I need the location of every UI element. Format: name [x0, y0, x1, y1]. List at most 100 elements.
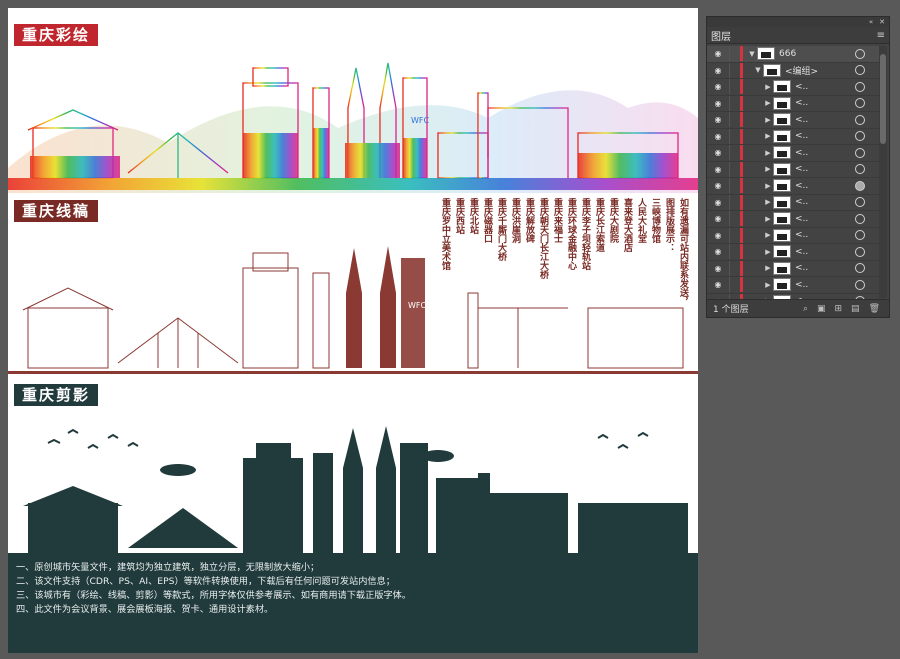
chevron-down-icon[interactable]: ▼ [747, 50, 757, 58]
sublayer-row[interactable]: ◉ ▶ <.. [707, 161, 879, 178]
sublayer-row[interactable]: ◉ ▶ <.. [707, 194, 879, 211]
chevron-right-icon[interactable]: ▶ [763, 165, 773, 173]
sublayer-row[interactable]: ◉ ▶ <.. [707, 112, 879, 129]
lock-toggle[interactable] [729, 178, 740, 194]
chevron-right-icon[interactable]: ▶ [763, 182, 773, 190]
chevron-right-icon[interactable]: ▶ [763, 132, 773, 140]
chevron-right-icon[interactable]: ▶ [763, 116, 773, 124]
sublayer-name[interactable]: <.. [795, 164, 855, 174]
delete-icon[interactable]: 🗑 [869, 304, 880, 314]
chevron-right-icon[interactable]: ▶ [763, 99, 773, 107]
eye-icon[interactable]: ◉ [707, 198, 729, 207]
eye-icon[interactable]: ◉ [707, 264, 729, 273]
sublayer-row[interactable]: ◉ ▶ <.. [707, 95, 879, 112]
target-circle-icon[interactable] [855, 180, 865, 191]
lock-toggle[interactable] [729, 95, 740, 111]
lock-toggle[interactable] [729, 194, 740, 210]
chevron-right-icon[interactable]: ▶ [763, 264, 773, 272]
artboard[interactable]: 重庆彩绘 WFC 重庆线稿 如有遗漏可站内联系发送， 图排版展示： 三峡博物馆 … [8, 8, 698, 653]
lock-toggle[interactable] [729, 62, 740, 78]
eye-icon[interactable]: ◉ [707, 165, 729, 174]
group-name[interactable]: <编组> [785, 64, 855, 77]
eye-icon[interactable]: ◉ [707, 115, 729, 124]
sublayer-name[interactable]: <.. [795, 214, 855, 224]
sublayer-row[interactable]: ◉ ▶ <.. [707, 227, 879, 244]
target-circle-icon[interactable] [855, 197, 865, 208]
lock-toggle[interactable] [729, 277, 740, 293]
chevron-right-icon[interactable]: ▶ [763, 215, 773, 223]
target-circle-icon[interactable] [855, 279, 865, 290]
sublayer-row[interactable]: ◉ ▶ <.. [707, 260, 879, 277]
target-circle-icon[interactable] [855, 114, 865, 125]
panel-menu-icon[interactable]: ≡ [877, 30, 885, 41]
target-circle-icon[interactable] [855, 213, 865, 224]
search-icon[interactable]: ⌕ [803, 304, 808, 314]
chevron-right-icon[interactable]: ▶ [763, 83, 773, 91]
chevron-right-icon[interactable]: ▶ [763, 149, 773, 157]
chevron-right-icon[interactable]: ▶ [763, 231, 773, 239]
scrollbar[interactable] [879, 46, 887, 298]
sublayer-row[interactable]: ◉ ▶ <.. [707, 244, 879, 261]
lock-toggle[interactable] [729, 112, 740, 128]
chevron-right-icon[interactable]: ▶ [763, 198, 773, 206]
eye-icon[interactable]: ◉ [707, 247, 729, 256]
layer-name[interactable]: 666 [779, 49, 855, 59]
tab-layers[interactable]: 图层 [711, 28, 731, 43]
new-layer-icon[interactable]: ▤ [851, 304, 860, 314]
clip-mask-icon[interactable]: ▣ [817, 304, 826, 314]
target-circle-icon[interactable] [855, 263, 865, 274]
sublayer-name[interactable]: <.. [795, 230, 855, 240]
eye-icon[interactable]: ◉ [707, 148, 729, 157]
sublayer-row[interactable]: ◉ ▶ <.. [707, 145, 879, 162]
lock-toggle[interactable] [729, 244, 740, 260]
target-circle-icon[interactable] [855, 65, 865, 76]
target-circle-icon[interactable] [855, 48, 865, 59]
sublayer-name[interactable]: <.. [795, 131, 855, 141]
sublayer-row[interactable]: ◉ ▶ <.. [707, 211, 879, 228]
sublayer-row[interactable]: ◉ ▶ <.. [707, 128, 879, 145]
lock-toggle[interactable] [729, 211, 740, 227]
close-icon[interactable]: ✕ [879, 18, 885, 26]
eye-icon[interactable]: ◉ [707, 132, 729, 141]
lock-toggle[interactable] [729, 145, 740, 161]
target-circle-icon[interactable] [855, 230, 865, 241]
scroll-thumb[interactable] [880, 54, 886, 144]
target-circle-icon[interactable] [855, 147, 865, 158]
chevron-right-icon[interactable]: ▶ [763, 281, 773, 289]
lock-toggle[interactable] [729, 227, 740, 243]
target-circle-icon[interactable] [855, 98, 865, 109]
layer-row-top[interactable]: ◉ ▼ 666 [707, 46, 879, 63]
sublayer-name[interactable]: <.. [795, 280, 855, 290]
chevron-right-icon[interactable]: ▶ [763, 248, 773, 256]
sublayer-name[interactable]: <.. [795, 148, 855, 158]
target-circle-icon[interactable] [855, 246, 865, 257]
new-sublayer-icon[interactable]: ⊞ [835, 304, 843, 314]
lock-toggle[interactable] [729, 79, 740, 95]
target-circle-icon[interactable] [855, 131, 865, 142]
eye-icon[interactable]: ◉ [707, 214, 729, 223]
sublayer-name[interactable]: <.. [795, 82, 855, 92]
sublayer-name[interactable]: <.. [795, 115, 855, 125]
target-circle-icon[interactable] [855, 81, 865, 92]
chevron-down-icon[interactable]: ▼ [753, 66, 763, 74]
sublayer-name[interactable]: <.. [795, 263, 855, 273]
sublayer-row[interactable]: ◉ ▶ <.. [707, 277, 879, 294]
sublayer-name[interactable]: <.. [795, 181, 855, 191]
eye-icon[interactable]: ◉ [707, 280, 729, 289]
layer-row-group[interactable]: ◉ ▼ <编组> [707, 62, 879, 79]
sublayer-name[interactable]: <.. [795, 247, 855, 257]
lock-toggle[interactable] [729, 128, 740, 144]
sublayer-name[interactable]: <.. [795, 98, 855, 108]
panel-titlebar[interactable]: « ✕ [707, 17, 889, 27]
sublayer-row[interactable]: ◉ ▶ <.. [707, 178, 879, 195]
target-circle-icon[interactable] [855, 164, 865, 175]
eye-icon[interactable]: ◉ [707, 82, 729, 91]
eye-icon[interactable]: ◉ [707, 66, 729, 75]
eye-icon[interactable]: ◉ [707, 99, 729, 108]
lock-toggle[interactable] [729, 46, 740, 62]
lock-toggle[interactable] [729, 260, 740, 276]
eye-icon[interactable]: ◉ [707, 231, 729, 240]
collapse-icon[interactable]: « [869, 18, 873, 26]
eye-icon[interactable]: ◉ [707, 49, 729, 58]
sublayer-row[interactable]: ◉ ▶ <.. [707, 79, 879, 96]
